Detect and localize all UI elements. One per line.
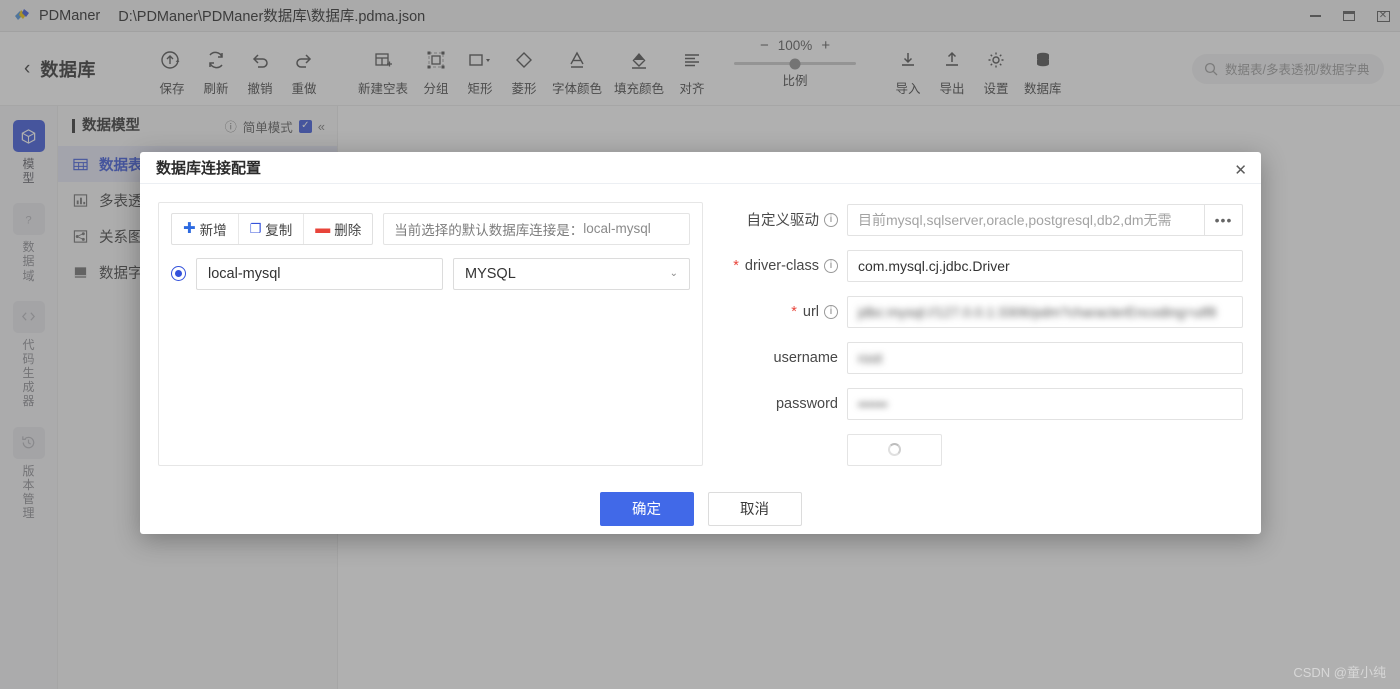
dialog-title: 数据库连接配置	[156, 159, 262, 177]
password-input[interactable]: ••••••	[847, 387, 1243, 420]
username-value: root	[858, 349, 883, 366]
plus-icon: ✚	[183, 220, 196, 238]
username-input[interactable]: root	[847, 341, 1243, 374]
dialog-footer: 确定 取消	[140, 484, 1261, 534]
dialog-body: ✚ 新增 ❐ 复制 ▬ 删除 当前选择的默认数据库连接是： local-mysq…	[140, 184, 1261, 484]
connection-list-panel: ✚ 新增 ❐ 复制 ▬ 删除 当前选择的默认数据库连接是： local-mysq…	[158, 201, 703, 466]
url-input[interactable]: jdbc:mysql://127.0.0.1:3306/pdm?characte…	[847, 295, 1243, 328]
default-connection-note: 当前选择的默认数据库连接是： local-mysql	[383, 212, 690, 245]
info-icon[interactable]: i	[824, 304, 838, 319]
connection-name-input[interactable]: local-mysql	[196, 257, 443, 290]
confirm-button[interactable]: 确定	[599, 491, 694, 526]
url-label-wrap: * url i	[725, 304, 847, 320]
test-connection-button[interactable]	[847, 433, 942, 466]
test-connection-row	[725, 433, 1243, 466]
custom-driver-label: 自定义驱动	[746, 213, 820, 230]
driver-class-label: driver-class	[744, 257, 819, 274]
password-row: password ••••••	[725, 387, 1243, 420]
connection-toolbar: ✚ 新增 ❐ 复制 ▬ 删除 当前选择的默认数据库连接是： local-mysq…	[159, 203, 702, 245]
add-connection-button[interactable]: ✚ 新增	[172, 214, 238, 244]
cancel-button[interactable]: 取消	[707, 491, 802, 526]
copy-icon: ❐	[249, 220, 262, 236]
custom-driver-row: 自定义驱动 i 目前mysql,sqlserver,oracle,postgre…	[725, 203, 1243, 236]
password-label: password	[775, 395, 838, 412]
username-row: username root	[725, 341, 1243, 374]
custom-driver-input[interactable]: 目前mysql,sqlserver,oracle,postgresql,db2,…	[847, 203, 1205, 236]
password-value: ••••••	[858, 395, 888, 412]
delete-connection-button[interactable]: ▬ 删除	[303, 213, 372, 244]
custom-driver-label-wrap: 自定义驱动 i	[725, 209, 847, 230]
chevron-down-icon: ⌄	[669, 268, 678, 280]
database-connection-dialog: 数据库连接配置 ✕ ✚ 新增 ❐ 复制 ▬ 删除 当前选择的默认数据库连接是： …	[140, 152, 1261, 534]
minus-icon: ▬	[315, 220, 331, 238]
spinner-icon	[888, 443, 901, 457]
driver-class-label-wrap: * driver-class i	[725, 258, 847, 274]
connection-type-value: MYSQL	[465, 265, 516, 282]
dialog-header: 数据库连接配置 ✕	[140, 152, 1261, 184]
default-connection-note-value: local-mysql	[583, 221, 651, 237]
connection-form: 自定义驱动 i 目前mysql,sqlserver,oracle,postgre…	[725, 202, 1243, 466]
custom-driver-browse-button[interactable]: •••	[1205, 203, 1243, 236]
dialog-close-icon[interactable]: ✕	[1234, 163, 1247, 178]
username-label: username	[773, 349, 838, 366]
connection-row: local-mysql MYSQL ⌄	[159, 245, 702, 290]
copy-connection-button[interactable]: ❐ 复制	[237, 213, 304, 244]
info-icon[interactable]: i	[824, 258, 838, 273]
required-marker: *	[733, 257, 739, 274]
watermark: CSDN @童小纯	[1293, 665, 1386, 680]
connection-radio[interactable]	[171, 266, 186, 282]
driver-class-row: * driver-class i com.mysql.cj.jdbc.Drive…	[725, 249, 1243, 282]
copy-connection-label: 复制	[265, 222, 293, 238]
default-connection-note-prefix: 当前选择的默认数据库连接是：	[394, 222, 584, 238]
delete-connection-label: 删除	[334, 222, 362, 238]
username-label-wrap: username	[725, 350, 847, 366]
url-row: * url i jdbc:mysql://127.0.0.1:3306/pdm?…	[725, 295, 1243, 328]
required-marker: *	[791, 303, 797, 320]
url-value: jdbc:mysql://127.0.0.1:3306/pdm?characte…	[858, 303, 1217, 320]
connection-type-select[interactable]: MYSQL ⌄	[453, 257, 690, 290]
connection-action-group: ✚ 新增 ❐ 复制 ▬ 删除	[171, 212, 374, 245]
add-connection-label: 新增	[199, 222, 227, 238]
password-label-wrap: password	[725, 396, 847, 412]
driver-class-input[interactable]: com.mysql.cj.jdbc.Driver	[847, 249, 1243, 282]
url-label: url	[802, 303, 819, 320]
info-icon[interactable]: i	[824, 212, 838, 227]
